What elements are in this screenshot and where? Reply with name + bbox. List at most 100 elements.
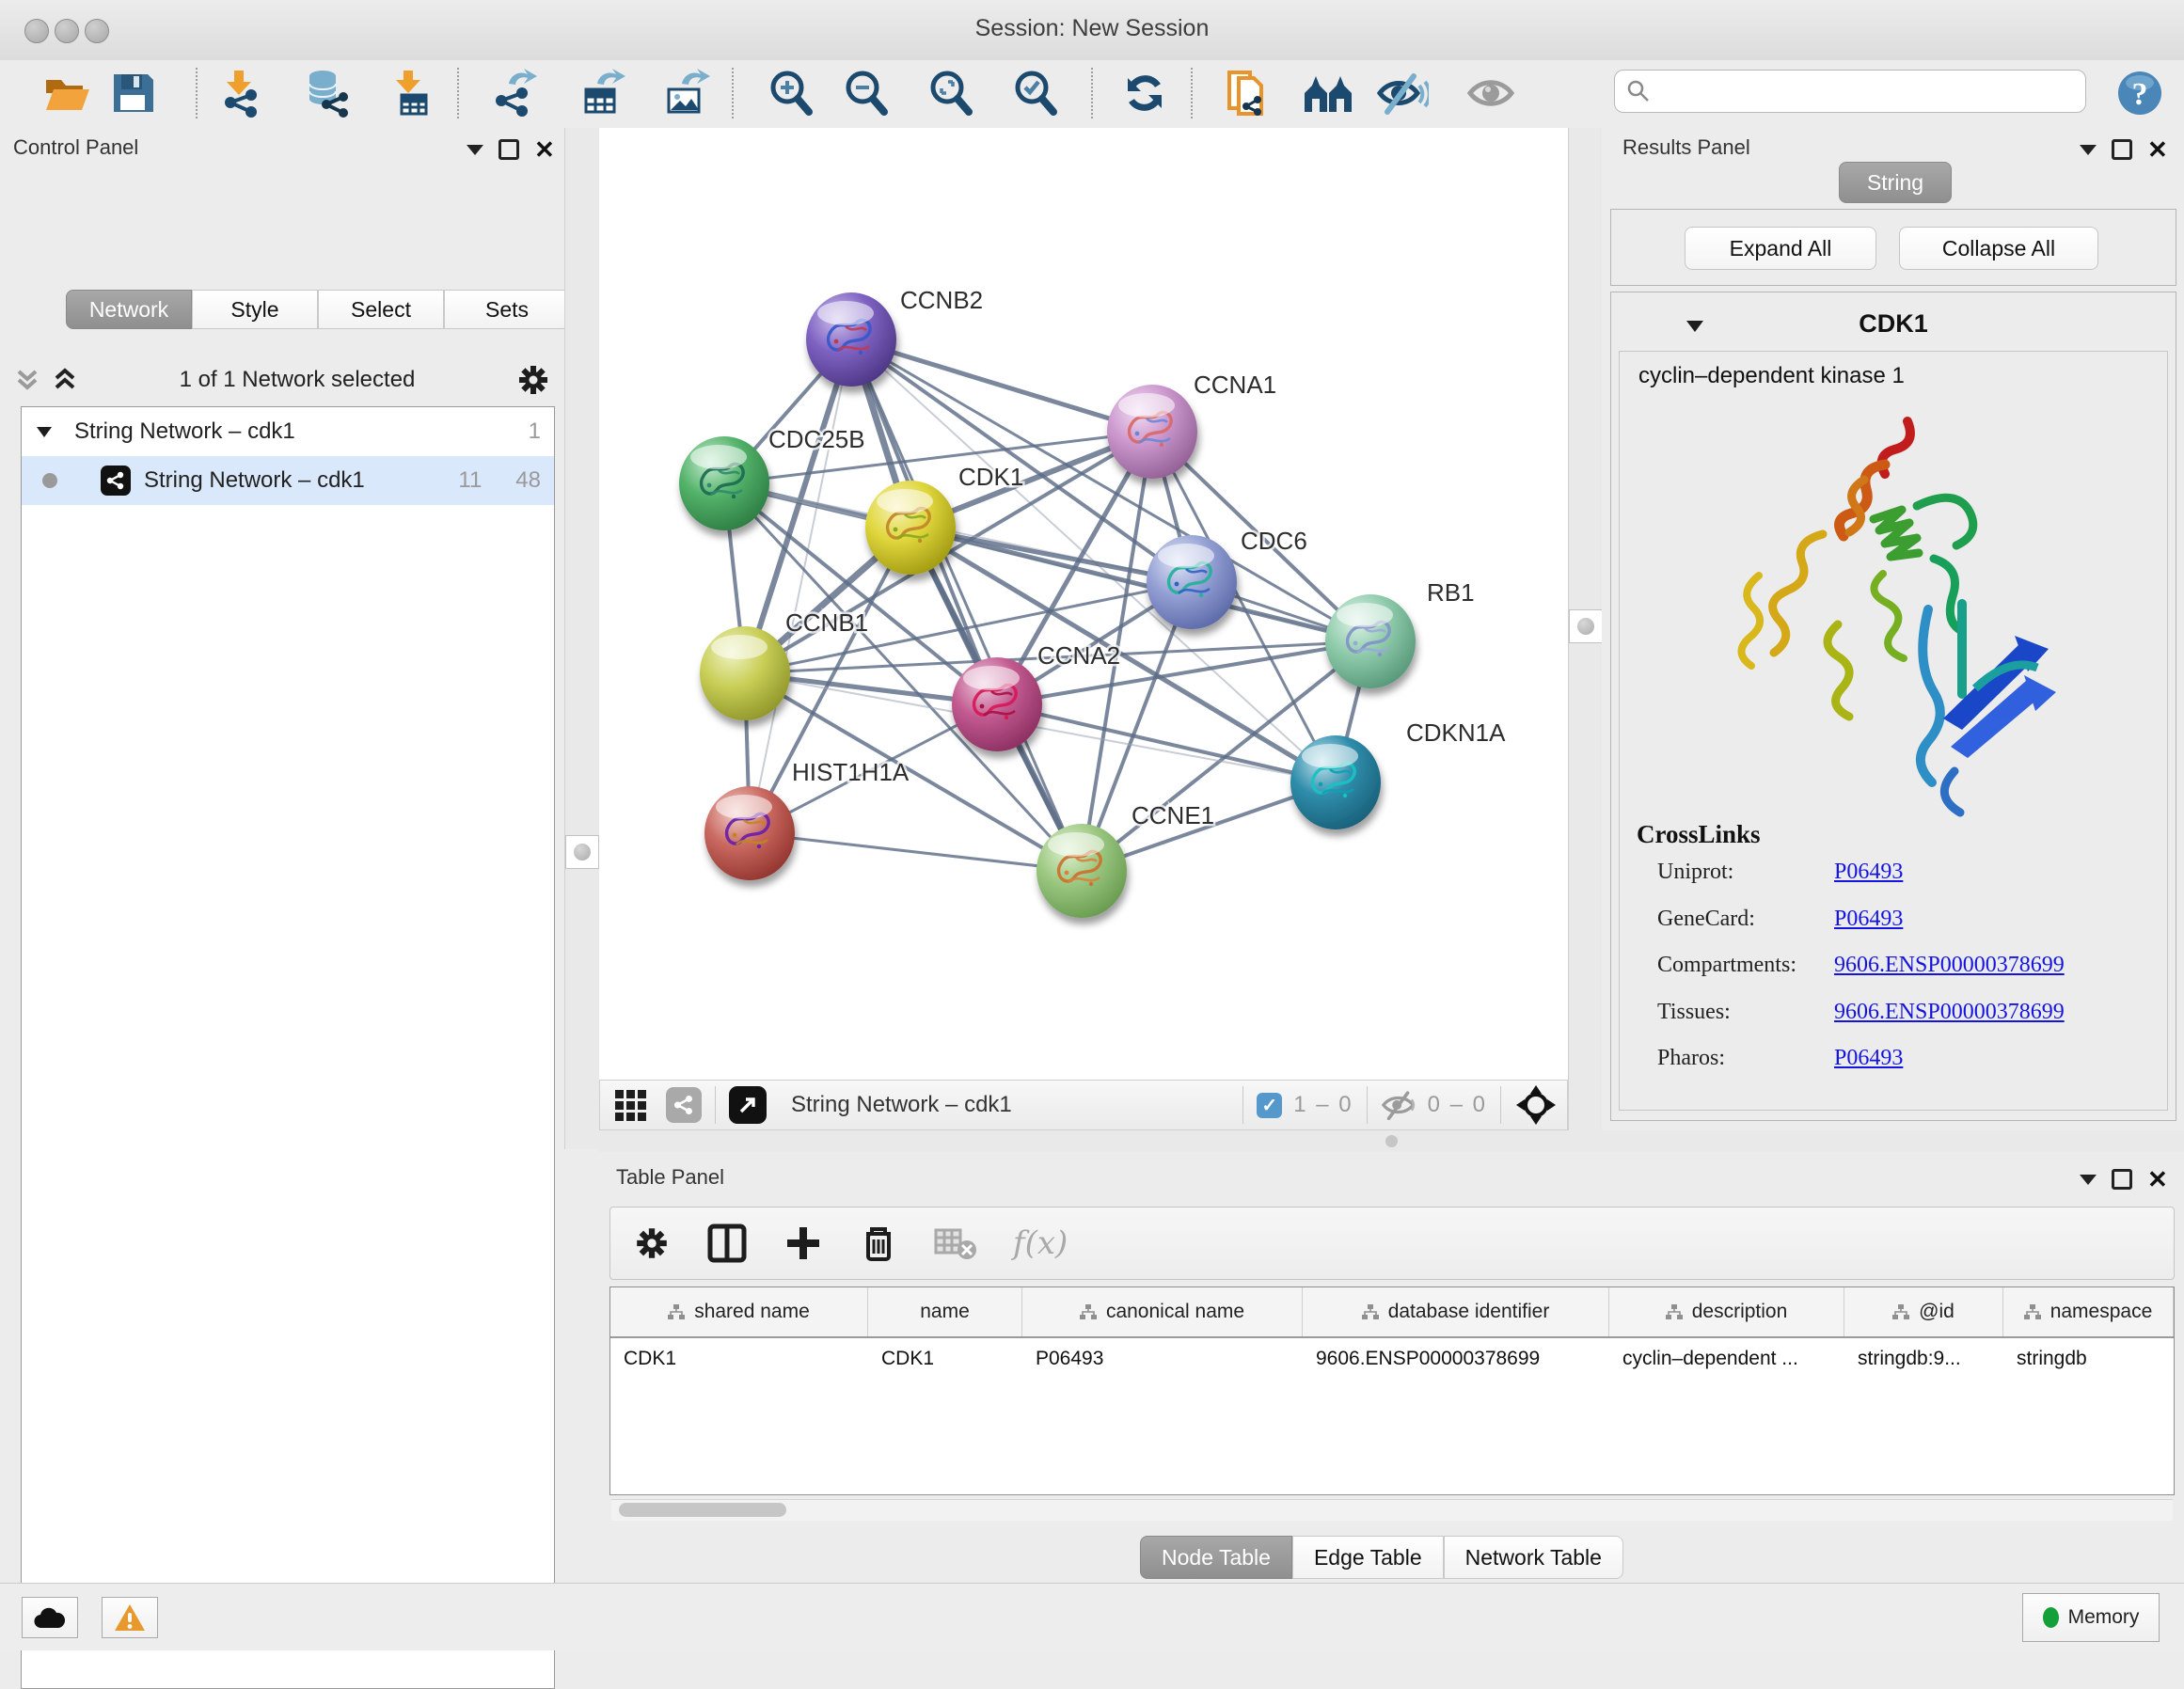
tab-edge-table[interactable]: Edge Table (1292, 1536, 1444, 1579)
detach-view-icon[interactable] (729, 1086, 767, 1124)
import-network-database-icon[interactable] (299, 66, 354, 120)
table-cell[interactable]: 9606.ENSP00000378699 (1303, 1338, 1609, 1380)
horizontal-splitter[interactable] (599, 1130, 2184, 1152)
column-header-database-identifier[interactable]: database identifier (1303, 1287, 1609, 1336)
warning-button[interactable] (102, 1597, 158, 1638)
expand-all-tree-icon[interactable] (13, 366, 41, 394)
export-network-icon[interactable] (485, 66, 540, 120)
cloud-button[interactable] (22, 1597, 78, 1638)
network-edge[interactable] (750, 833, 1082, 871)
table-gear-icon[interactable] (633, 1224, 671, 1262)
export-image-icon[interactable] (658, 66, 713, 120)
panel-close-icon[interactable]: ✕ (534, 142, 555, 157)
tab-network-table[interactable]: Network Table (1444, 1536, 1623, 1579)
delete-column-icon[interactable] (859, 1223, 898, 1264)
network-node-hist1h1a[interactable]: HIST1H1A (704, 758, 910, 880)
table-cell[interactable]: P06493 (1022, 1338, 1303, 1380)
add-column-icon[interactable] (783, 1223, 823, 1263)
table-cell[interactable]: cyclin–dependent ... (1609, 1338, 1844, 1380)
collapse-all-button[interactable]: Collapse All (1899, 227, 2098, 270)
crosslink-value-link[interactable]: 9606.ENSP00000378699 (1834, 953, 2065, 978)
panel-float-icon[interactable] (499, 139, 519, 160)
expand-all-button[interactable]: Expand All (1685, 227, 1876, 270)
string-panel-icon[interactable] (666, 1087, 702, 1123)
table-cell[interactable]: CDK1 (610, 1338, 868, 1380)
column-header-canonical-name[interactable]: canonical name (1022, 1287, 1303, 1336)
refresh-icon[interactable] (1117, 66, 1172, 120)
show-all-icon (1465, 66, 1520, 120)
crosslink-value-link[interactable]: P06493 (1834, 860, 1903, 885)
clone-network-icon[interactable] (1219, 66, 1274, 120)
table-cell[interactable]: CDK1 (868, 1338, 1022, 1380)
tab-select[interactable]: Select (318, 290, 444, 329)
right-splitter-handle[interactable] (1569, 609, 1603, 643)
hide-selected-icon[interactable] (1375, 66, 1430, 120)
network-node-cdkn1a[interactable]: CDKN1A (1290, 718, 1506, 829)
tab-sets[interactable]: Sets (444, 290, 570, 329)
table-horizontal-scrollbar[interactable] (611, 1499, 2173, 1521)
help-icon[interactable]: ? (2113, 66, 2167, 120)
import-table-file-icon[interactable] (384, 66, 438, 120)
crosslink-value-link[interactable]: 9606.ENSP00000378699 (1834, 1000, 2065, 1025)
results-tab-string[interactable]: String (1839, 162, 1952, 203)
export-table-icon[interactable] (574, 66, 628, 120)
panel-float-icon[interactable] (2112, 1169, 2132, 1190)
select-columns-icon[interactable] (706, 1223, 748, 1264)
search-input[interactable] (1651, 78, 2059, 104)
tab-style[interactable]: Style (192, 290, 318, 329)
panel-close-icon[interactable]: ✕ (2147, 1172, 2168, 1187)
column-header-namespace[interactable]: namespace (2003, 1287, 2174, 1336)
gear-icon[interactable] (515, 362, 551, 398)
table-cell[interactable]: stringdb (2003, 1338, 2174, 1380)
tab-node-table[interactable]: Node Table (1140, 1536, 1292, 1579)
column-header-name[interactable]: name (868, 1287, 1022, 1336)
network-view-canvas[interactable]: CCNB2CCNA1CDC25BCDK1CDC6RB1CCNB1CCNA2CDK… (599, 128, 1568, 1081)
title-bar: Session: New Session (0, 0, 2184, 61)
right-splitter[interactable] (1568, 128, 1604, 1149)
network-edge[interactable] (997, 704, 1336, 782)
network-node-ccne1[interactable]: CCNE1 (1037, 801, 1214, 918)
crosslink-value-link[interactable]: P06493 (1834, 1046, 1903, 1071)
birdseye-icon[interactable] (613, 1086, 651, 1124)
network-node-ccnb1[interactable]: CCNB1 (700, 608, 868, 720)
network-node-cdk1[interactable]: CDK1 (865, 463, 1023, 575)
panel-menu-icon[interactable] (2080, 1175, 2097, 1185)
left-splitter[interactable] (564, 128, 600, 1149)
network-edge[interactable] (851, 339, 1082, 871)
zoom-fit-icon[interactable] (924, 66, 978, 120)
network-node-rb1[interactable]: RB1 (1325, 578, 1475, 688)
import-network-file-icon[interactable] (214, 66, 269, 120)
table-cell[interactable]: stringdb:9... (1844, 1338, 2003, 1380)
column-header-description[interactable]: description (1609, 1287, 1844, 1336)
tab-network[interactable]: Network (66, 290, 192, 329)
panel-menu-icon[interactable] (2080, 145, 2097, 155)
left-splitter-handle[interactable] (565, 835, 599, 869)
network-node-count: 11 (458, 467, 482, 494)
zoom-out-icon[interactable] (839, 66, 894, 120)
hidden-eye-icon (1381, 1089, 1418, 1121)
crosslink-value-link[interactable]: P06493 (1834, 907, 1903, 932)
table-row[interactable]: CDK1CDK1P064939606.ENSP00000378699cyclin… (610, 1338, 2174, 1380)
panel-float-icon[interactable] (2112, 139, 2132, 160)
open-session-icon[interactable] (40, 66, 94, 120)
panel-menu-icon[interactable] (467, 145, 483, 155)
network-edge[interactable] (851, 339, 1152, 432)
column-header--id[interactable]: @id (1844, 1287, 2003, 1336)
tree-expanded-icon[interactable] (35, 422, 54, 441)
panel-close-icon[interactable]: ✕ (2147, 142, 2168, 157)
first-neighbors-icon[interactable] (1302, 66, 1356, 120)
zoom-in-icon[interactable] (764, 66, 818, 120)
memory-button[interactable]: Memory (2022, 1593, 2160, 1642)
selected-checkbox-icon[interactable]: ✓ (1257, 1093, 1282, 1118)
collapse-all-tree-icon[interactable] (51, 366, 79, 394)
zoom-selected-icon[interactable] (1008, 66, 1063, 120)
network-collection-row[interactable]: String Network – cdk1 1 (22, 407, 554, 456)
crosshair-icon[interactable] (1514, 1083, 1558, 1127)
network-node-ccna1[interactable]: CCNA1 (1107, 371, 1276, 479)
crosslink-label: Tissues: (1657, 1000, 1731, 1025)
column-header-shared-name[interactable]: shared name (610, 1287, 868, 1336)
network-row[interactable]: String Network – cdk1 11 48 (22, 456, 554, 505)
save-session-icon[interactable] (105, 66, 160, 120)
network-view-title: String Network – cdk1 (791, 1092, 1012, 1118)
scrollbar-thumb[interactable] (619, 1503, 786, 1517)
